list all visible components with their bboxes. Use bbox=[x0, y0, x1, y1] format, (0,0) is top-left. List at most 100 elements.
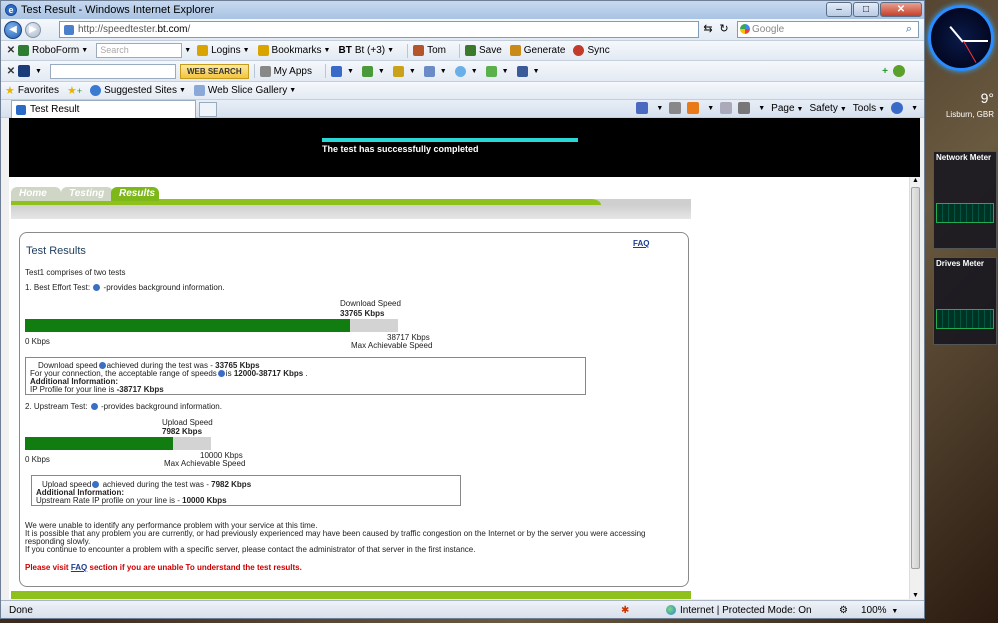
search-box[interactable]: Google ⌕ bbox=[737, 21, 919, 38]
photo-icon[interactable]: ▼ bbox=[361, 65, 385, 77]
tab-test-result[interactable]: Test Result bbox=[11, 100, 196, 118]
clock-minute-hand bbox=[963, 40, 988, 42]
logins-button[interactable]: Logins ▼ bbox=[197, 45, 250, 56]
footer-stripe bbox=[11, 591, 691, 599]
page-menu[interactable]: Page ▼ bbox=[771, 103, 803, 114]
network-graph bbox=[936, 203, 994, 223]
minimize-button[interactable]: – bbox=[826, 2, 852, 17]
page-icon bbox=[16, 104, 26, 115]
search-icon[interactable]: ⌕ bbox=[906, 22, 912, 37]
address-field[interactable]: http://speedtester. bt.com / bbox=[59, 21, 699, 38]
close-button[interactable]: ✕ bbox=[880, 2, 922, 17]
web-slice-gallery-link[interactable]: Web Slice Gallery ▼ bbox=[193, 85, 296, 96]
bookmarks-button[interactable]: Bookmarks ▼ bbox=[257, 45, 330, 56]
close-toolbar-icon[interactable]: ✕ bbox=[4, 66, 18, 77]
roboform-search-input[interactable]: Search bbox=[96, 43, 183, 58]
tab-home[interactable]: Home bbox=[11, 187, 61, 201]
my-apps-button[interactable]: My Apps bbox=[259, 65, 312, 77]
test2-heading: 2. Upstream Test: -provides background i… bbox=[25, 402, 222, 411]
help-icon[interactable] bbox=[891, 102, 904, 114]
upload-max-label: Max Achievable Speed bbox=[164, 459, 246, 468]
favorites-bar: ★ Favorites ★ + Suggested Sites ▼ Web Slice… bbox=[1, 82, 924, 100]
web-search-input[interactable] bbox=[49, 63, 176, 79]
forward-button[interactable]: ▶ bbox=[25, 21, 41, 38]
tab-testing[interactable]: Testing bbox=[61, 187, 113, 201]
faq-note: Please visit FAQ section if you are unab… bbox=[25, 563, 302, 572]
download-max-label: Max Achievable Speed bbox=[351, 341, 433, 350]
share-icon[interactable]: ▼ bbox=[485, 65, 509, 77]
drives-meter-title: Drives Meter bbox=[936, 259, 985, 268]
upload-speed-meter bbox=[25, 437, 211, 450]
drives-meter-gadget[interactable]: Drives Meter bbox=[933, 257, 997, 345]
save-button[interactable]: Save bbox=[464, 45, 502, 56]
security-zone[interactable]: Internet | Protected Mode: On bbox=[666, 605, 812, 616]
mail-icon[interactable] bbox=[720, 102, 733, 114]
tom-button[interactable]: Tom bbox=[413, 45, 446, 56]
status-text: Done bbox=[9, 604, 33, 616]
summary-line: If you continue to encounter a problem w… bbox=[25, 545, 476, 554]
toolbar-logo-icon[interactable]: ▼ bbox=[18, 65, 42, 77]
sync-button[interactable]: Sync bbox=[573, 45, 610, 56]
maximize-button[interactable]: □ bbox=[853, 2, 879, 17]
banner-message: The test has successfully completed bbox=[322, 144, 479, 154]
weather-temp: 9° bbox=[980, 90, 994, 106]
info-icon[interactable] bbox=[93, 284, 101, 292]
weather-icon[interactable]: ▼ bbox=[454, 65, 478, 77]
weather-gadget[interactable]: 9° Lisburn, GBR bbox=[934, 90, 996, 130]
tab-results[interactable]: Results bbox=[111, 187, 159, 201]
add-favorite-icon[interactable]: ★ + bbox=[67, 84, 82, 97]
clock-gadget[interactable] bbox=[928, 5, 994, 71]
page-icon bbox=[64, 24, 74, 35]
search-toolbar: ✕ ▼ WEB SEARCH My Apps ▼ ▼ ▼ ▼ ▼ ▼ ▼ + bbox=[1, 61, 924, 82]
status-banner: The test has successfully completed bbox=[9, 118, 920, 177]
download-details-box: Download speed achieved during the test w… bbox=[25, 357, 586, 395]
download-speed-value: 33765 Kbps bbox=[340, 309, 385, 318]
favorites-button[interactable]: ★ Favorites bbox=[5, 84, 59, 97]
network-meter-gadget[interactable]: Network Meter bbox=[933, 151, 997, 249]
vertical-scrollbar[interactable]: ▲ ▼ bbox=[909, 177, 920, 599]
page-content: The test has successfully completed Home… bbox=[9, 118, 920, 599]
tools-icon[interactable]: ▼ bbox=[516, 65, 540, 77]
new-tab-button[interactable] bbox=[199, 102, 217, 117]
faq-note-link[interactable]: FAQ bbox=[71, 563, 87, 572]
add-icon[interactable]: + bbox=[882, 66, 888, 77]
web-slice-icon[interactable] bbox=[669, 102, 682, 114]
bt-button[interactable]: BT Bt (+3) ▼ bbox=[338, 45, 394, 56]
protected-mode-icon[interactable]: ⚙ bbox=[839, 605, 848, 616]
results-intro: Test1 comprises of two tests bbox=[25, 268, 126, 277]
status-bar: Done ✱ Internet | Protected Mode: On ⚙ 1… bbox=[1, 600, 924, 618]
print-icon[interactable] bbox=[738, 102, 751, 114]
network-meter-title: Network Meter bbox=[936, 153, 992, 162]
info-icon[interactable] bbox=[217, 370, 225, 378]
suggested-sites-link[interactable]: Suggested Sites ▼ bbox=[90, 85, 186, 96]
roboform-menu[interactable]: RoboForm ▼ bbox=[18, 45, 88, 56]
web-search-button[interactable]: WEB SEARCH bbox=[179, 63, 249, 79]
news-icon[interactable]: ▼ bbox=[423, 65, 447, 77]
settings-icon[interactable] bbox=[893, 65, 908, 77]
mail-icon[interactable]: ▼ bbox=[330, 65, 354, 77]
refresh-icon[interactable]: ↻ bbox=[717, 22, 731, 37]
zoom-level[interactable]: 100% ▼ bbox=[861, 605, 898, 616]
clock-second-hand bbox=[963, 40, 977, 63]
script-error-icon[interactable]: ✱ bbox=[621, 605, 629, 616]
games-icon[interactable]: ▼ bbox=[392, 65, 416, 77]
google-icon bbox=[740, 24, 750, 34]
summary-line: It is possible that any problem you are … bbox=[25, 529, 646, 538]
compat-view-icon[interactable]: ⇆ bbox=[701, 22, 715, 37]
feeds-icon[interactable] bbox=[687, 102, 700, 114]
safety-menu[interactable]: Safety ▼ bbox=[809, 103, 846, 114]
close-toolbar-icon[interactable]: ✕ bbox=[4, 45, 18, 56]
test1-heading: 1. Best Effort Test: -provides backgroun… bbox=[25, 283, 225, 292]
info-icon[interactable] bbox=[90, 403, 98, 411]
home-icon[interactable] bbox=[636, 102, 649, 114]
back-button[interactable]: ◀ bbox=[4, 20, 22, 39]
scroll-thumb[interactable] bbox=[911, 187, 920, 569]
tools-menu[interactable]: Tools ▼ bbox=[853, 103, 885, 114]
ie-icon: e bbox=[5, 4, 17, 16]
scroll-down-icon[interactable]: ▼ bbox=[912, 592, 919, 599]
download-detail-line4: IP Profile for your line is -38717 Kbps bbox=[30, 385, 164, 394]
faq-link[interactable]: FAQ bbox=[633, 239, 649, 248]
generate-button[interactable]: Generate bbox=[509, 45, 565, 56]
scroll-up-icon[interactable]: ▲ bbox=[912, 177, 919, 184]
command-bar: ▼ ▼ ▼ Page ▼ Safety ▼ Tools ▼ ▼ bbox=[636, 102, 918, 114]
